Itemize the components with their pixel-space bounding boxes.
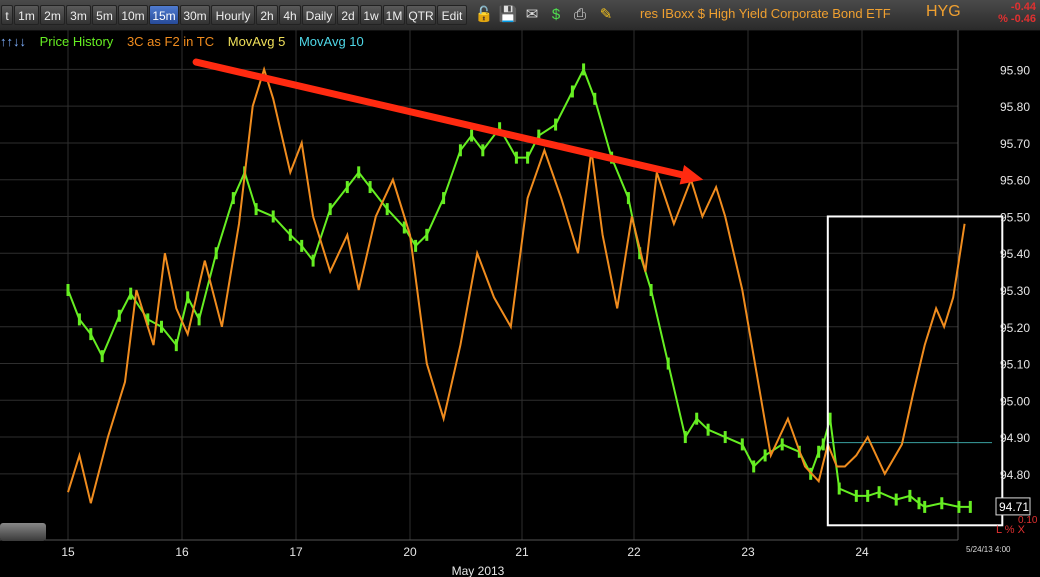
- scroll-handle[interactable]: [0, 523, 46, 541]
- y-tick-label: 95.90: [1000, 63, 1030, 77]
- x-tick-label: 15: [61, 545, 75, 559]
- legend-movavg-10[interactable]: MovAvg 10: [299, 34, 364, 49]
- y-tick-label: 95.20: [1000, 321, 1030, 335]
- y-tick-label: 94.80: [1000, 468, 1030, 482]
- y-tick-label: 94.90: [1000, 431, 1030, 445]
- y-tick-label: 95.30: [1000, 284, 1030, 298]
- y-tick-label: 95.60: [1000, 174, 1030, 188]
- y-tick-label: 95.50: [1000, 210, 1030, 224]
- chart-legend: ↑↑↓↓ Price History 3C as F2 in TC MovAvg…: [0, 34, 374, 52]
- y-tick-label: 95.10: [1000, 358, 1030, 372]
- annotation-arrow-head: [679, 164, 704, 185]
- x-axis-label: May 2013: [452, 564, 505, 577]
- x-tick-label: 17: [289, 545, 303, 559]
- legend-3c-indicator[interactable]: 3C as F2 in TC: [127, 34, 214, 49]
- y-tick-label: 95.80: [1000, 100, 1030, 114]
- y-tick-label: 95.70: [1000, 137, 1030, 151]
- x-tick-label: 16: [175, 545, 189, 559]
- percent-scale-toggle[interactable]: L % X: [996, 524, 1025, 536]
- legend-price-history[interactable]: Price History: [40, 34, 114, 49]
- last-bar-timestamp: 5/24/13 4:00: [966, 545, 1011, 554]
- annotation-arrow-shaft: [192, 58, 686, 179]
- price-chart[interactable]: 95.90 95.80 95.70 95.60 95.50 95.40 95.30 95.20…: [0, 0, 1040, 577]
- x-tick-label: 20: [403, 545, 417, 559]
- last-price-label: 94.71: [999, 500, 1029, 514]
- y-tick-label: 95.00: [1000, 394, 1030, 408]
- x-tick-label: 22: [627, 545, 641, 559]
- legend-movavg-5[interactable]: MovAvg 5: [228, 34, 286, 49]
- x-tick-label: 23: [741, 545, 755, 559]
- legend-arrows[interactable]: ↑↑↓↓: [0, 34, 26, 49]
- y-tick-label: 95.40: [1000, 247, 1030, 261]
- x-tick-label: 24: [855, 545, 869, 559]
- annotation-box: [826, 215, 1004, 527]
- x-tick-label: 21: [515, 545, 529, 559]
